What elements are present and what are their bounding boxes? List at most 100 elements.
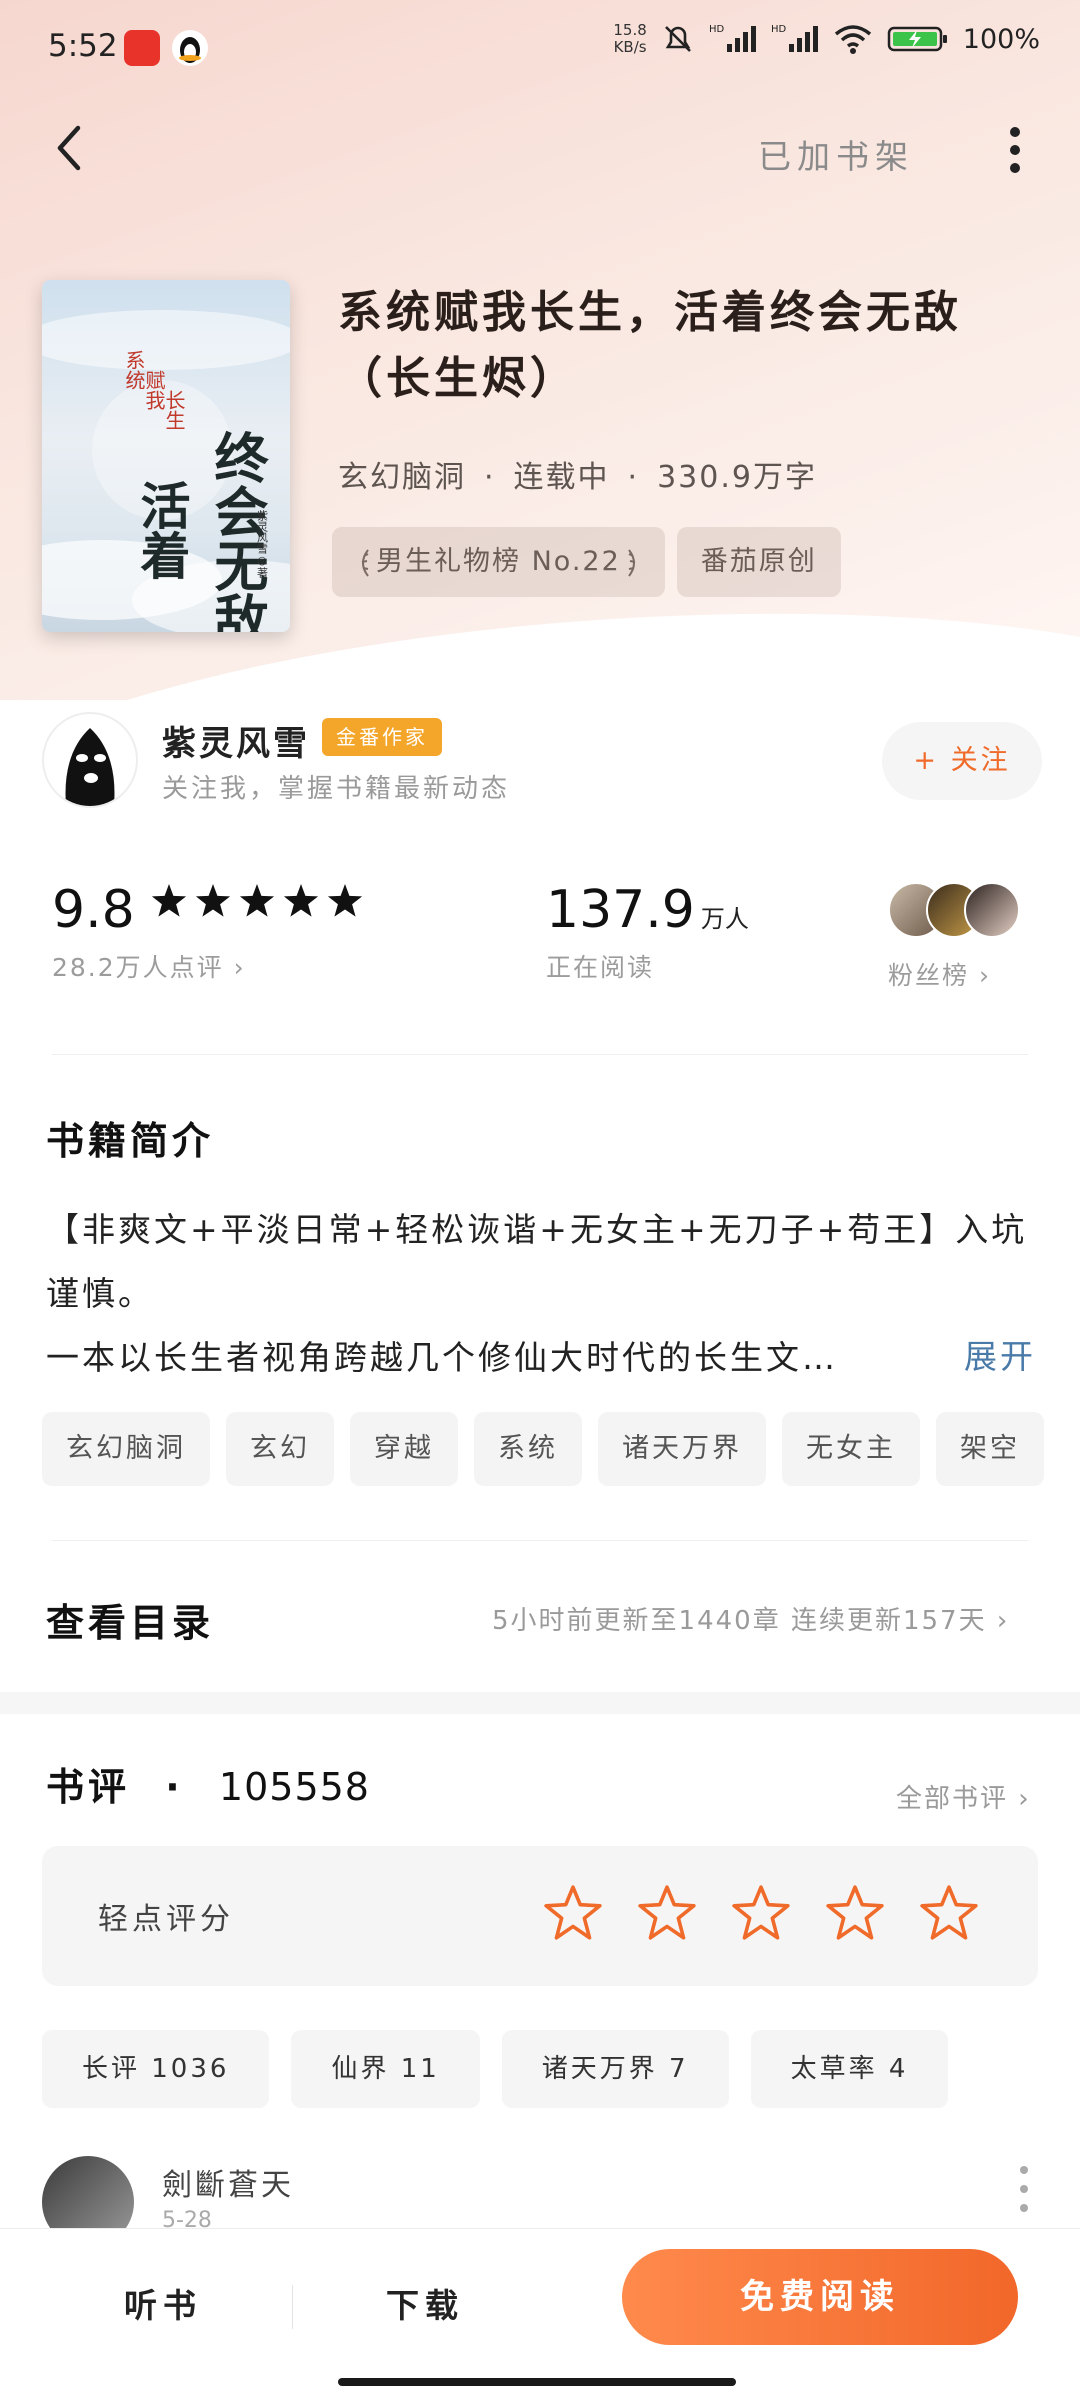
stats-row: 9.8 28.2万人点评 › 137.9 万人 正在阅读 粉丝榜 › xyxy=(0,880,1080,1010)
publisher-chip-label: 番茄原创 xyxy=(700,546,817,577)
star-filled-icon xyxy=(151,884,186,917)
meta-separator: · xyxy=(627,460,640,495)
battery-charging-icon xyxy=(887,26,947,52)
readers-block: 137.9 万人 正在阅读 xyxy=(546,880,749,984)
home-indicator[interactable] xyxy=(338,2378,736,2386)
bottom-action-bar: 听书 下载 免费阅读 xyxy=(0,2228,1080,2401)
rating-score: 9.8 xyxy=(52,880,135,940)
author-name[interactable]: 紫灵风雪 xyxy=(162,716,310,765)
back-arrow-icon[interactable] xyxy=(48,118,96,178)
review-tag[interactable]: 长评 1036 xyxy=(42,2030,270,2108)
tag-chip[interactable]: 架空 xyxy=(936,1412,1044,1486)
tag-chip[interactable]: 诸天万界 xyxy=(598,1412,766,1486)
fans-ranking-link[interactable]: 粉丝榜 › xyxy=(888,956,1028,992)
publisher-chip[interactable]: 番茄原创 xyxy=(676,527,841,597)
reviews-dot: · xyxy=(165,1765,184,1809)
all-reviews-link[interactable]: 全部书评 › xyxy=(896,1778,1031,1815)
star-outline-icon[interactable] xyxy=(824,1882,886,1944)
author-row[interactable]: 紫灵风雪 金番作家 关注我，掌握书籍最新动态 + 关注 xyxy=(42,712,1042,812)
reviews-heading-label: 书评 xyxy=(46,1765,131,1809)
status-bar: 5:52 15.8 KB/s HD HD 100% xyxy=(0,0,1080,96)
qq-penguin-icon xyxy=(172,30,208,66)
added-to-shelf-label[interactable]: 已加书架 xyxy=(758,130,914,178)
browser-app-icon xyxy=(124,30,160,66)
author-subtitle: 关注我，掌握书籍最新动态 xyxy=(162,774,511,804)
review-tag[interactable]: 太草率 4 xyxy=(750,2030,949,2108)
star-outline-icon[interactable] xyxy=(542,1882,604,1944)
reviewer-name[interactable]: 劍斷蒼天 xyxy=(162,2160,294,2204)
book-cover[interactable]: 终会无敌 活着 系统 赋我 长生 紫灵风雪◎著 xyxy=(42,280,290,632)
reviews-count: 105558 xyxy=(218,1765,370,1809)
network-speed: 15.8 KB/s xyxy=(613,22,646,56)
tag-chip[interactable]: 玄幻 xyxy=(226,1412,334,1486)
free-read-button[interactable]: 免费阅读 xyxy=(622,2249,1018,2345)
tag-chip[interactable]: 系统 xyxy=(474,1412,582,1486)
cover-author-mark: 紫灵风雪◎著 xyxy=(256,510,269,579)
bottom-separator xyxy=(292,2285,293,2329)
tag-chip[interactable]: 无女主 xyxy=(782,1412,920,1486)
star-outline-icon[interactable] xyxy=(636,1882,698,1944)
section-separator xyxy=(0,1692,1080,1714)
network-speed-unit: KB/s xyxy=(613,38,647,56)
expand-synopsis-link[interactable]: 展开 xyxy=(964,1330,1036,1378)
laurel-right-icon xyxy=(627,548,635,577)
tag-chip[interactable]: 玄幻脑洞 xyxy=(42,1412,210,1486)
divider xyxy=(52,1054,1028,1055)
star-filled-icon xyxy=(283,884,318,917)
review-tag[interactable]: 仙界 11 xyxy=(291,2030,480,2108)
book-meta: 玄幻脑洞 · 连载中 · 330.9万字 xyxy=(338,452,817,496)
wifi-icon xyxy=(834,25,871,54)
rating-block[interactable]: 9.8 28.2万人点评 › xyxy=(52,880,370,984)
star-filled-icon xyxy=(195,884,230,917)
book-chips: 男生礼物榜 No.22 番茄原创 xyxy=(332,527,841,597)
network-speed-value: 15.8 xyxy=(613,21,647,39)
more-vertical-icon[interactable] xyxy=(1000,120,1030,180)
battery-percentage: 100% xyxy=(962,23,1040,55)
book-cover-art: 终会无敌 活着 系统 赋我 长生 紫灵风雪◎著 xyxy=(42,310,290,632)
book-genre: 玄幻脑洞 xyxy=(338,460,466,495)
review-tag[interactable]: 诸天万界 7 xyxy=(501,2030,729,2108)
synopsis-heading: 书籍简介 xyxy=(46,1119,215,1163)
book-title: 系统赋我长生，活着终会无敌（长生烬） xyxy=(338,287,962,404)
toc-heading[interactable]: 查看目录 xyxy=(46,1592,214,1647)
reviews-heading: 书评 · 105558 xyxy=(46,1756,370,1811)
signal-hd-icon-2: HD xyxy=(771,24,818,52)
synopsis-line-2: 一本以长生者视角跨越几个修仙大时代的长生文… xyxy=(46,1338,838,1377)
more-vertical-icon[interactable] xyxy=(1014,2162,1034,2216)
book-tags: 玄幻脑洞 玄幻 穿越 系统 诸天万界 无女主 架空 xyxy=(42,1412,1044,1486)
ranking-chip[interactable]: 男生礼物榜 No.22 xyxy=(332,527,665,597)
meta-separator: · xyxy=(484,460,496,495)
status-icons: 15.8 KB/s HD HD 100% xyxy=(613,22,1040,56)
star-outline-icon[interactable] xyxy=(730,1882,792,1944)
rating-input-box: 轻点评分 xyxy=(42,1846,1038,1986)
synopsis-line-1: 【非爽文+平淡日常+轻松诙谐+无女主+无刀子+苟王】入坑谨慎。 xyxy=(46,1210,1028,1313)
tag-chip[interactable]: 穿越 xyxy=(350,1412,458,1486)
ranking-chip-label: 男生礼物榜 No.22 xyxy=(376,546,621,577)
svg-text:HD: HD xyxy=(709,24,725,35)
fans-block[interactable]: 粉丝榜 › xyxy=(888,882,1028,992)
review-item[interactable]: 劍斷蒼天 5-28 xyxy=(42,2152,1042,2248)
readers-label: 正在阅读 xyxy=(546,953,655,982)
signal-hd-icon: HD xyxy=(709,24,756,52)
rating-stars xyxy=(150,883,370,925)
toc-update-info[interactable]: 5小时前更新至1440章 连续更新157天 › xyxy=(492,1600,1009,1637)
fan-avatars xyxy=(888,882,1028,938)
cover-title-secondary: 活着 xyxy=(133,480,192,580)
download-button[interactable]: 下载 xyxy=(386,2279,464,2327)
star-filled-icon xyxy=(239,884,274,917)
divider xyxy=(52,1540,1028,1541)
star-outline-icon[interactable] xyxy=(918,1882,980,1944)
top-nav: 已加书架 xyxy=(0,110,1080,190)
rate-label: 轻点评分 xyxy=(98,1902,234,1937)
follow-button[interactable]: + 关注 xyxy=(882,722,1042,800)
star-filled-icon xyxy=(327,884,362,917)
author-badge: 金番作家 xyxy=(322,718,442,756)
rating-count: 28.2万人点评 › xyxy=(52,953,246,982)
author-avatar[interactable] xyxy=(42,712,138,808)
readers-count: 137.9 xyxy=(546,880,695,940)
laurel-left-icon xyxy=(361,548,369,577)
book-status: 连载中 xyxy=(513,460,610,495)
readers-unit: 万人 xyxy=(700,905,749,933)
listen-button[interactable]: 听书 xyxy=(124,2279,202,2327)
fan-avatar-3 xyxy=(964,882,1020,938)
